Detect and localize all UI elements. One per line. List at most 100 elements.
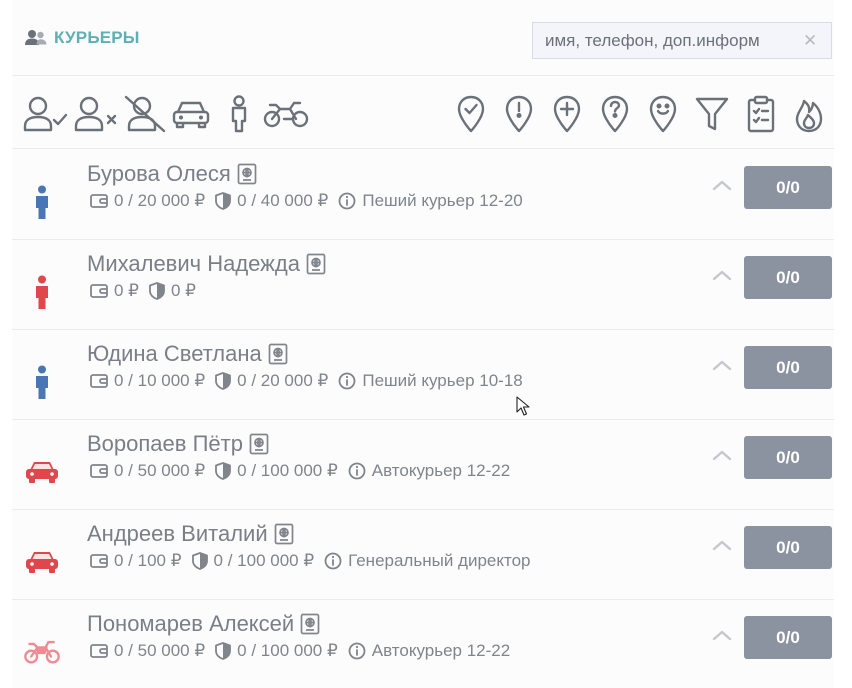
courier-row[interactable]: Пономарев Алексей 0 / 50 000 ₽ 0 / 100 0… [12, 600, 834, 688]
wallet-amount: 0 / 100 ₽ [114, 551, 182, 570]
courier-meta: 0 / 10 000 ₽ 0 / 20 000 ₽ Пеший курьер 1… [90, 371, 533, 391]
deposit-amount: 0 / 100 000 ₽ [237, 461, 338, 480]
wallet-icon [90, 463, 114, 479]
user-x-icon[interactable] [74, 95, 118, 133]
chevron-up-icon[interactable] [709, 262, 735, 288]
filter-icon[interactable] [694, 95, 730, 133]
location-check-icon[interactable] [454, 95, 488, 133]
deposit-amount: 0 ₽ [171, 281, 196, 300]
shield-icon [191, 552, 214, 570]
courier-info: Пеший курьер 12-20 [362, 191, 523, 210]
deposit-group: 0 / 40 000 ₽ [215, 191, 328, 211]
chevron-up-icon[interactable] [709, 532, 735, 558]
user-check-icon[interactable] [22, 95, 68, 133]
wallet-group: 0 / 10 000 ₽ [90, 371, 205, 391]
motorcycle-icon [24, 634, 60, 670]
wallet-icon [90, 283, 114, 299]
passport-icon[interactable] [268, 343, 288, 365]
courier-name[interactable]: Воропаев Пётр [87, 431, 243, 457]
courier-row[interactable]: Бурова Олеся 0 / 20 000 ₽ 0 / 40 000 ₽ П… [12, 150, 834, 240]
courier-info: Пеший курьер 10-18 [362, 371, 523, 390]
user-off-icon[interactable] [122, 95, 168, 133]
wallet-group: 0 / 50 000 ₽ [90, 461, 205, 481]
orders-count-button[interactable]: 0/0 [744, 346, 832, 389]
wallet-amount: 0 / 10 000 ₽ [114, 371, 206, 390]
orders-count-button[interactable]: 0/0 [744, 256, 832, 299]
clipboard-list-icon[interactable] [744, 95, 778, 133]
shield-icon [215, 192, 237, 210]
fire-icon[interactable] [792, 95, 826, 133]
info-icon [348, 642, 372, 660]
courier-info: Генеральный директор [348, 551, 531, 570]
wallet-amount: 0 ₽ [114, 281, 139, 300]
wallet-icon [90, 193, 114, 209]
courier-name-line: Михалевич Надежда [87, 251, 326, 277]
courier-meta: 0 / 20 000 ₽ 0 / 40 000 ₽ Пеший курьер 1… [90, 191, 533, 211]
search-input[interactable] [545, 30, 799, 51]
courier-name-line: Воропаев Пётр [87, 431, 269, 457]
shield-icon [149, 282, 171, 300]
passport-icon[interactable] [249, 433, 269, 455]
wallet-group: 0 / 50 000 ₽ [90, 641, 205, 661]
wallet-group: 0 ₽ [90, 281, 139, 301]
deposit-group: 0 / 100 000 ₽ [191, 551, 314, 571]
passport-icon[interactable] [274, 523, 294, 545]
orders-count-button[interactable]: 0/0 [744, 616, 832, 659]
courier-meta: 0 ₽ 0 ₽ [90, 281, 206, 301]
location-smile-icon[interactable] [646, 95, 680, 133]
courier-name[interactable]: Пономарев Алексей [87, 611, 294, 637]
clear-search-icon[interactable]: ✕ [803, 32, 817, 49]
wallet-icon [90, 553, 114, 569]
search-box: ✕ [532, 22, 832, 59]
deposit-amount: 0 / 100 000 ₽ [237, 641, 338, 660]
pedestrian-icon [24, 184, 60, 220]
chevron-up-icon[interactable] [709, 622, 735, 648]
location-question-icon[interactable] [598, 95, 632, 133]
chevron-up-icon[interactable] [709, 172, 735, 198]
chevron-up-icon[interactable] [709, 442, 735, 468]
chevron-up-icon[interactable] [709, 352, 735, 378]
wallet-amount: 0 / 20 000 ₽ [114, 191, 206, 210]
deposit-group: 0 / 20 000 ₽ [215, 371, 328, 391]
passport-icon[interactable] [237, 163, 257, 185]
passport-icon[interactable] [306, 253, 326, 275]
shield-icon [215, 642, 237, 660]
wallet-icon [90, 373, 114, 389]
pedestrian-icon [24, 364, 60, 400]
courier-row[interactable]: Юдина Светлана 0 / 10 000 ₽ 0 / 20 000 ₽… [12, 330, 834, 420]
wallet-icon [90, 643, 114, 659]
info-group: Пеший курьер 12-20 [338, 191, 523, 211]
pedestrian-icon[interactable] [224, 95, 254, 133]
motorcycle-icon[interactable] [262, 95, 310, 133]
location-plus-icon[interactable] [550, 95, 584, 133]
page-title: КУРЬЕРЫ [54, 28, 140, 47]
courier-meta: 0 / 100 ₽ 0 / 100 000 ₽ Генеральный дире… [90, 551, 541, 571]
orders-count-button[interactable]: 0/0 [744, 526, 832, 569]
info-group: Автокурьер 12-22 [348, 641, 510, 661]
orders-count-button[interactable]: 0/0 [744, 166, 832, 209]
passport-icon[interactable] [300, 613, 320, 635]
courier-row[interactable]: Воропаев Пётр 0 / 50 000 ₽ 0 / 100 000 ₽… [12, 420, 834, 510]
courier-row[interactable]: Андреев Виталий 0 / 100 ₽ 0 / 100 000 ₽ … [12, 510, 834, 600]
deposit-group: 0 ₽ [149, 281, 196, 301]
courier-name[interactable]: Михалевич Надежда [87, 251, 300, 277]
courier-name[interactable]: Юдина Светлана [87, 341, 262, 367]
courier-name[interactable]: Бурова Олеся [87, 161, 231, 187]
location-alert-icon[interactable] [502, 95, 536, 133]
info-icon [338, 192, 362, 210]
courier-row[interactable]: Михалевич Надежда 0 ₽ 0 ₽ 0/0 [12, 240, 834, 330]
info-icon [348, 462, 372, 480]
car-icon [24, 454, 60, 490]
deposit-amount: 0 / 20 000 ₽ [237, 371, 329, 390]
courier-name[interactable]: Андреев Виталий [87, 521, 268, 547]
courier-name-line: Андреев Виталий [87, 521, 294, 547]
shield-icon [215, 372, 237, 390]
couriers-panel: КУРЬЕРЫ ✕ [12, 0, 834, 688]
panel-title-group: КУРЬЕРЫ [24, 28, 140, 48]
orders-count-button[interactable]: 0/0 [744, 436, 832, 479]
info-icon [338, 372, 362, 390]
car-icon[interactable] [172, 95, 210, 133]
filter-toolbar [12, 77, 834, 149]
car-icon [24, 544, 60, 580]
wallet-group: 0 / 20 000 ₽ [90, 191, 205, 211]
